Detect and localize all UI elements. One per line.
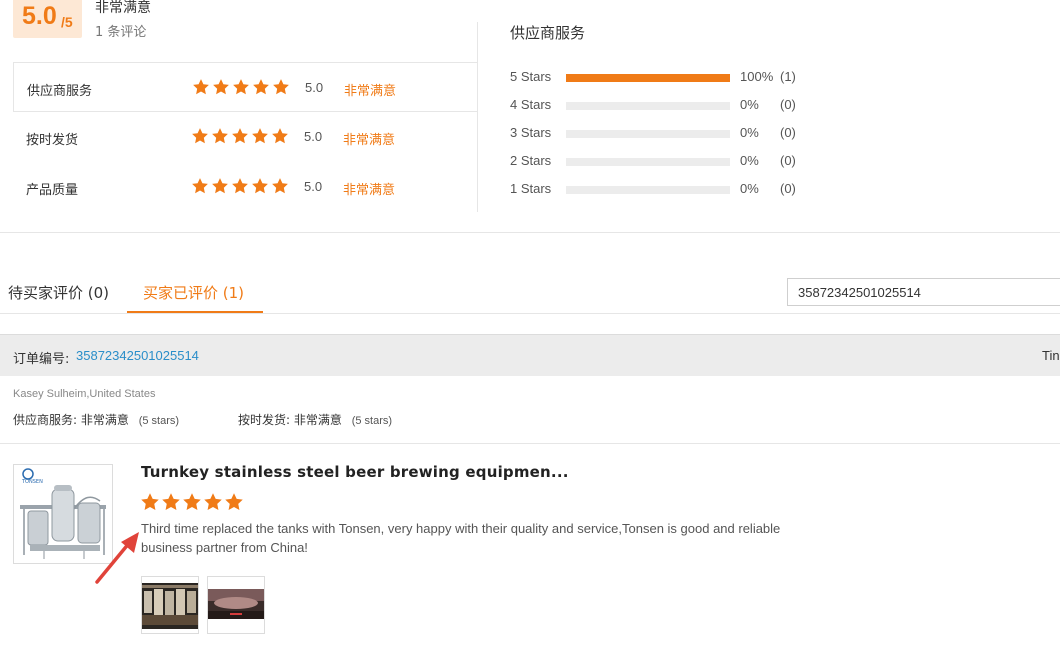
star-icon — [141, 493, 159, 510]
product-logo-text: TONSEN — [21, 479, 43, 485]
distribution-bar — [566, 186, 730, 194]
distribution-label: 1 Stars — [510, 181, 552, 196]
order-number-label: 订单编号: — [13, 352, 70, 367]
distribution-bar-fill — [566, 74, 730, 82]
star-icon — [252, 128, 268, 144]
distribution-row-1: 1 Stars 0% (0) — [510, 181, 810, 199]
rating-row-product-quality: 产品质量 5.0 非常满意 — [13, 162, 478, 212]
star-icon — [225, 493, 243, 510]
distribution-percent: 100% — [740, 69, 774, 84]
order-search-input[interactable] — [787, 278, 1060, 306]
rating-word: 非常满意 — [343, 133, 396, 148]
rating-row-on-time-delivery: 按时发货 5.0 非常满意 — [13, 112, 478, 162]
distribution-label: 3 Stars — [510, 125, 552, 140]
rating-word: 非常满意 — [343, 183, 396, 198]
sub-rating-word: 非常满意 — [293, 413, 342, 427]
rating-value: 5.0 — [304, 129, 323, 144]
distribution-percent: 0% — [740, 153, 759, 168]
distribution-row-3: 3 Stars 0% (0) — [510, 125, 810, 143]
tabs-divider — [0, 313, 1060, 314]
rating-row-supplier-service: 供应商服务 5.0 非常满意 — [13, 62, 478, 112]
review-photo-image — [208, 589, 264, 619]
overall-label: 非常满意 — [95, 0, 151, 16]
tab-pending-reviews[interactable]: 待买家评价 (0) — [8, 282, 109, 303]
distribution-label: 2 Stars — [510, 153, 552, 168]
sub-rating-on-time-delivery: 按时发货: 非常满意 (5 stars) — [238, 411, 392, 428]
distribution-row-5: 5 Stars 100% (1) — [510, 69, 810, 87]
rating-label: 按时发货 — [26, 133, 79, 148]
star-icon — [212, 178, 228, 194]
review-divider — [0, 443, 1060, 444]
review-text: Third time replaced the tanks with Tonse… — [141, 521, 781, 555]
rating-word: 非常满意 — [344, 84, 397, 99]
tab-completed-reviews[interactable]: 买家已评价 (1) — [143, 282, 244, 303]
rating-label: 产品质量 — [26, 183, 79, 198]
review-count: 1 条评论 — [95, 25, 147, 40]
distribution-row-2: 2 Stars 0% (0) — [510, 153, 810, 171]
star-icon — [213, 79, 229, 95]
distribution-label: 5 Stars — [510, 69, 552, 84]
sub-rating-word: 非常满意 — [80, 413, 129, 427]
star-icon — [253, 79, 269, 95]
rating-value: 5.0 — [305, 80, 324, 95]
sub-rating-stars: (5 stars) — [138, 415, 180, 427]
review-stars — [140, 492, 244, 512]
star-icon — [192, 128, 208, 144]
sub-rating-supplier-service: 供应商服务: 非常满意 (5 stars) — [13, 411, 179, 428]
distribution-count: (0) — [780, 181, 796, 196]
star-icon — [162, 493, 180, 510]
star-icon — [232, 128, 248, 144]
rating-stars — [192, 78, 290, 96]
rating-stars — [191, 127, 289, 145]
distribution-bar — [566, 74, 730, 82]
star-icon — [183, 493, 201, 510]
star-icon — [272, 128, 288, 144]
order-time-label: Tin — [1042, 348, 1060, 363]
product-title[interactable]: Turnkey stainless steel beer brewing equ… — [141, 463, 569, 481]
review-photo-image — [142, 583, 198, 629]
buyer-name: Kasey Sulheim,United States — [13, 388, 156, 400]
rating-breakdown: 供应商服务 5.0 非常满意 按时发货 5.0 非常满意 产品质量 5.0 非常… — [13, 62, 478, 213]
overall-score-max: /5 — [61, 14, 73, 30]
distribution-percent: 0% — [740, 181, 759, 196]
distribution-row-4: 4 Stars 0% (0) — [510, 97, 810, 115]
sub-rating-label: 供应商服务: — [13, 413, 78, 427]
distribution-count: (0) — [780, 97, 796, 112]
star-icon — [233, 79, 249, 95]
overall-score: 5.0 — [22, 2, 57, 30]
rating-label: 供应商服务 — [27, 84, 93, 99]
rating-value: 5.0 — [304, 179, 323, 194]
order-header: 订单编号: 35872342501025514 Tin — [0, 334, 1060, 376]
star-icon — [252, 178, 268, 194]
distribution-count: (0) — [780, 153, 796, 168]
order-number-link[interactable]: 35872342501025514 — [76, 348, 199, 363]
star-icon — [272, 178, 288, 194]
distribution-percent: 0% — [740, 125, 759, 140]
distribution-title: 供应商服务 — [510, 24, 586, 42]
sub-rating-stars: (5 stars) — [351, 415, 393, 427]
sub-rating-label: 按时发货: — [238, 413, 291, 427]
star-icon — [212, 128, 228, 144]
distribution-count: (0) — [780, 125, 796, 140]
star-icon — [273, 79, 289, 95]
distribution-bar — [566, 102, 730, 110]
distribution-percent: 0% — [740, 97, 759, 112]
overall-score-badge: 5.0 /5 — [13, 0, 82, 38]
distribution-bar — [566, 130, 730, 138]
review-photo[interactable] — [207, 576, 265, 634]
star-icon — [193, 79, 209, 95]
star-icon — [204, 493, 222, 510]
star-icon — [232, 178, 248, 194]
annotation-arrow-icon — [95, 532, 139, 584]
distribution-label: 4 Stars — [510, 97, 552, 112]
distribution-bar — [566, 158, 730, 166]
summary-divider — [477, 22, 478, 212]
review-photo[interactable] — [141, 576, 199, 634]
section-divider — [0, 232, 1060, 233]
distribution-count: (1) — [780, 69, 796, 84]
rating-stars — [191, 177, 289, 195]
star-icon — [192, 178, 208, 194]
